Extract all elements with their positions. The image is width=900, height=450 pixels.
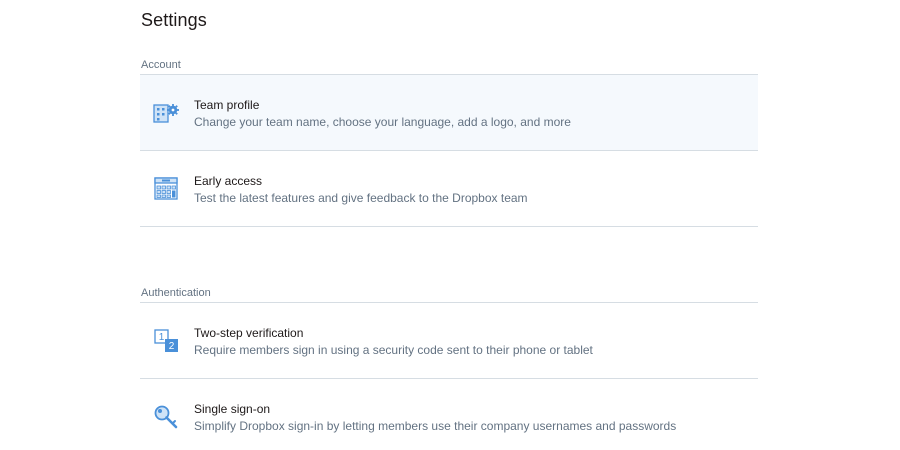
key-icon (154, 405, 178, 429)
settings-item-early-access[interactable]: Early access Test the latest features an… (140, 151, 758, 227)
settings-item-single-sign-on[interactable]: Single sign-on Simplify Dropbox sign-in … (140, 379, 758, 450)
section-authentication: Authentication 1 2 Two-step verification… (140, 284, 758, 450)
single-sign-on-description: Simplify Dropbox sign-in by letting memb… (194, 419, 677, 433)
team-profile-description: Change your team name, choose your langu… (194, 115, 571, 129)
two-step-icon: 1 2 (154, 329, 178, 352)
two-step-digit-one: 1 (159, 332, 165, 343)
settings-page: Settings Account Team profile Change you… (0, 0, 900, 450)
two-step-digit-two: 2 (169, 341, 175, 352)
two-step-verification-description: Require members sign in using a security… (194, 343, 593, 357)
settings-item-team-profile[interactable]: Team profile Change your team name, choo… (140, 75, 758, 151)
page-title: Settings (141, 10, 207, 30)
single-sign-on-title: Single sign-on (194, 402, 271, 416)
team-profile-icon (153, 104, 179, 123)
settings-item-two-step-verification[interactable]: 1 2 Two-step verification Require member… (140, 303, 758, 379)
section-label-authentication: Authentication (140, 284, 758, 303)
section-label-account: Account (140, 56, 758, 75)
two-step-verification-title: Two-step verification (194, 326, 304, 340)
calendar-icon (154, 177, 178, 200)
early-access-description: Test the latest features and give feedba… (194, 191, 528, 205)
early-access-title: Early access (194, 174, 263, 188)
team-profile-title: Team profile (194, 98, 260, 112)
section-account: Account Team profile Change your team na… (140, 56, 758, 227)
